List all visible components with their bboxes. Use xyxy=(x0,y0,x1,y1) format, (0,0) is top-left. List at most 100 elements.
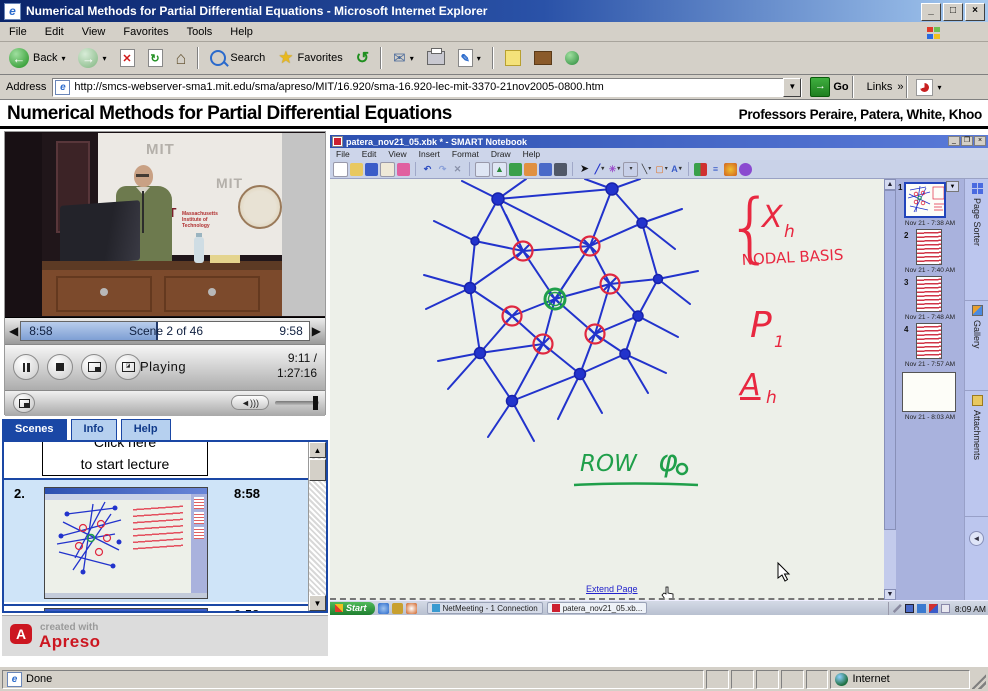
forward-button[interactable]: → ▾ xyxy=(73,46,111,70)
tray-volume-icon[interactable] xyxy=(941,604,950,613)
mute-button[interactable]: ◄))) xyxy=(231,395,269,410)
select-tool-icon[interactable]: ➤ xyxy=(578,163,591,176)
nb-menu-help[interactable]: Help xyxy=(517,149,546,159)
menu-tools[interactable]: Tools xyxy=(178,24,222,40)
creative-pen-icon[interactable]: ✳ xyxy=(608,163,621,176)
volume-slider[interactable] xyxy=(275,401,319,405)
screen-capture-icon[interactable] xyxy=(539,163,552,176)
insert-page-icon[interactable] xyxy=(475,162,490,177)
document-camera-icon[interactable] xyxy=(554,163,567,176)
nb-menu-edit[interactable]: Edit xyxy=(356,149,383,159)
forward-dropdown-icon[interactable]: ▾ xyxy=(102,54,106,63)
nb-menu-file[interactable]: File xyxy=(330,149,356,159)
seek-bar[interactable]: 8:58 Scene 2 of 46 9:58 xyxy=(20,321,310,341)
resize-grip[interactable] xyxy=(972,670,986,689)
messenger-button[interactable] xyxy=(560,49,584,67)
canvas-scrollbar[interactable]: ▲ ▼ xyxy=(884,179,896,600)
pen-tool-icon[interactable]: ╱ xyxy=(593,163,606,176)
notes-button[interactable] xyxy=(500,48,526,68)
tray-display-icon[interactable] xyxy=(905,604,914,613)
scene-list-scrollbar[interactable]: ▲ ▼ xyxy=(308,442,326,611)
line-width-icon[interactable]: ≡ xyxy=(709,163,722,176)
discuss-button[interactable] xyxy=(529,49,557,67)
tab-gallery[interactable]: Gallery xyxy=(965,301,988,391)
quicklaunch-ie-icon[interactable] xyxy=(378,603,389,614)
search-button[interactable]: Search xyxy=(205,48,270,68)
scene-item-1[interactable]: Click here to start lecture xyxy=(4,442,309,480)
scene-2-thumbnail[interactable] xyxy=(44,487,208,599)
tray-antivirus-icon[interactable] xyxy=(929,604,938,613)
nb-menu-draw[interactable]: Draw xyxy=(485,149,517,159)
tray-pen-icon[interactable] xyxy=(893,604,902,613)
next-scene-icon[interactable]: ▶ xyxy=(310,324,323,338)
undo-icon[interactable]: ↶ xyxy=(421,163,434,176)
mail-button[interactable]: ✉▾ xyxy=(388,47,419,69)
scene-3-thumbnail[interactable] xyxy=(44,608,208,613)
menu-view[interactable]: View xyxy=(73,24,115,40)
nb-restore-button[interactable]: ❐ xyxy=(961,136,973,146)
page-5-thumbnail[interactable] xyxy=(902,372,956,412)
edit-button[interactable]: ✎▾ xyxy=(453,47,486,69)
scene-item-3[interactable]: 3. 9:58 xyxy=(4,604,309,613)
delete-icon[interactable]: ✕ xyxy=(451,163,464,176)
notebook-canvas[interactable]: { X h NODAL BASIS P 1 A h ROW φ xyxy=(330,179,884,600)
quicklaunch-desktop-icon[interactable] xyxy=(392,603,403,614)
video-frame[interactable]: MIT MIT MIT Massachusetts Institute of T… xyxy=(5,132,325,317)
properties-icon[interactable] xyxy=(739,163,752,176)
stop-playback-button[interactable] xyxy=(47,354,73,380)
prev-scene-icon[interactable]: ◀ xyxy=(7,324,20,338)
print-button[interactable] xyxy=(422,49,450,67)
paste-icon[interactable] xyxy=(380,162,395,177)
collapse-sidebar-icon[interactable]: ◄ xyxy=(969,531,984,546)
line-tool-icon[interactable]: ╲ xyxy=(640,163,653,176)
nb-close-button[interactable]: × xyxy=(974,136,986,146)
menu-file[interactable]: File xyxy=(0,24,36,40)
close-button[interactable]: × xyxy=(965,3,985,21)
start-lecture-box[interactable]: Click here to start lecture xyxy=(42,442,208,476)
back-dropdown-icon[interactable]: ▾ xyxy=(61,54,65,63)
nb-minimize-button[interactable]: _ xyxy=(948,136,960,146)
scene-item-2[interactable]: 2. 8:58 xyxy=(4,480,309,602)
notebook-task-button[interactable]: patera_nov21_05.xb... xyxy=(547,602,648,614)
nb-menu-format[interactable]: Format xyxy=(446,149,485,159)
table-icon[interactable] xyxy=(524,163,537,176)
menu-favorites[interactable]: Favorites xyxy=(114,24,177,40)
tab-page-sorter[interactable]: Page Sorter xyxy=(965,179,988,301)
save-icon[interactable] xyxy=(365,163,378,176)
scroll-thumb[interactable] xyxy=(309,459,326,481)
tab-attachments[interactable]: Attachments xyxy=(965,391,988,517)
menu-edit[interactable]: Edit xyxy=(36,24,73,40)
favorites-button[interactable]: ★ Favorites xyxy=(273,46,348,70)
stop-button[interactable]: ✕ xyxy=(115,47,140,69)
page-2-thumbnail[interactable] xyxy=(916,229,942,265)
page-3-thumbnail[interactable] xyxy=(916,276,942,312)
menu-help[interactable]: Help xyxy=(221,24,262,40)
mail-dropdown-icon[interactable]: ▾ xyxy=(410,54,414,63)
address-input[interactable]: e http://smcs-webserver-sma1.mit.edu/sma… xyxy=(52,78,802,97)
nb-menu-insert[interactable]: Insert xyxy=(413,149,446,159)
start-button[interactable]: Start xyxy=(330,602,375,615)
color-swatch-icon[interactable] xyxy=(694,163,707,176)
tray-network-icon[interactable] xyxy=(917,604,926,613)
quicklaunch-media-icon[interactable] xyxy=(406,603,417,614)
volume-handle[interactable] xyxy=(313,396,318,410)
redo-icon[interactable]: ↷ xyxy=(436,163,449,176)
netmeeting-task-button[interactable]: NetMeeting - 1 Connection xyxy=(427,602,543,614)
swap-view-button[interactable]: ◪ xyxy=(115,354,141,380)
canvas-scroll-down-icon[interactable]: ▼ xyxy=(884,589,896,600)
minimize-button[interactable]: _ xyxy=(921,3,941,21)
history-button[interactable]: ↺ xyxy=(351,46,374,70)
refresh-button[interactable]: ↻ xyxy=(143,47,168,69)
maximize-button[interactable]: □ xyxy=(943,3,963,21)
pause-button[interactable] xyxy=(13,354,39,380)
adobe-pdf-button[interactable]: ▾ xyxy=(911,77,946,98)
page-4-thumbnail[interactable] xyxy=(916,323,942,359)
scroll-up-icon[interactable]: ▲ xyxy=(309,442,326,458)
scroll-down-icon[interactable]: ▼ xyxy=(309,595,326,611)
magic-pen-icon[interactable] xyxy=(397,163,410,176)
popout-button[interactable] xyxy=(13,393,35,413)
open-icon[interactable] xyxy=(350,163,363,176)
layout-button[interactable] xyxy=(81,354,107,380)
screen-shade-icon[interactable] xyxy=(509,163,522,176)
adobe-dropdown-icon[interactable]: ▾ xyxy=(937,83,941,92)
